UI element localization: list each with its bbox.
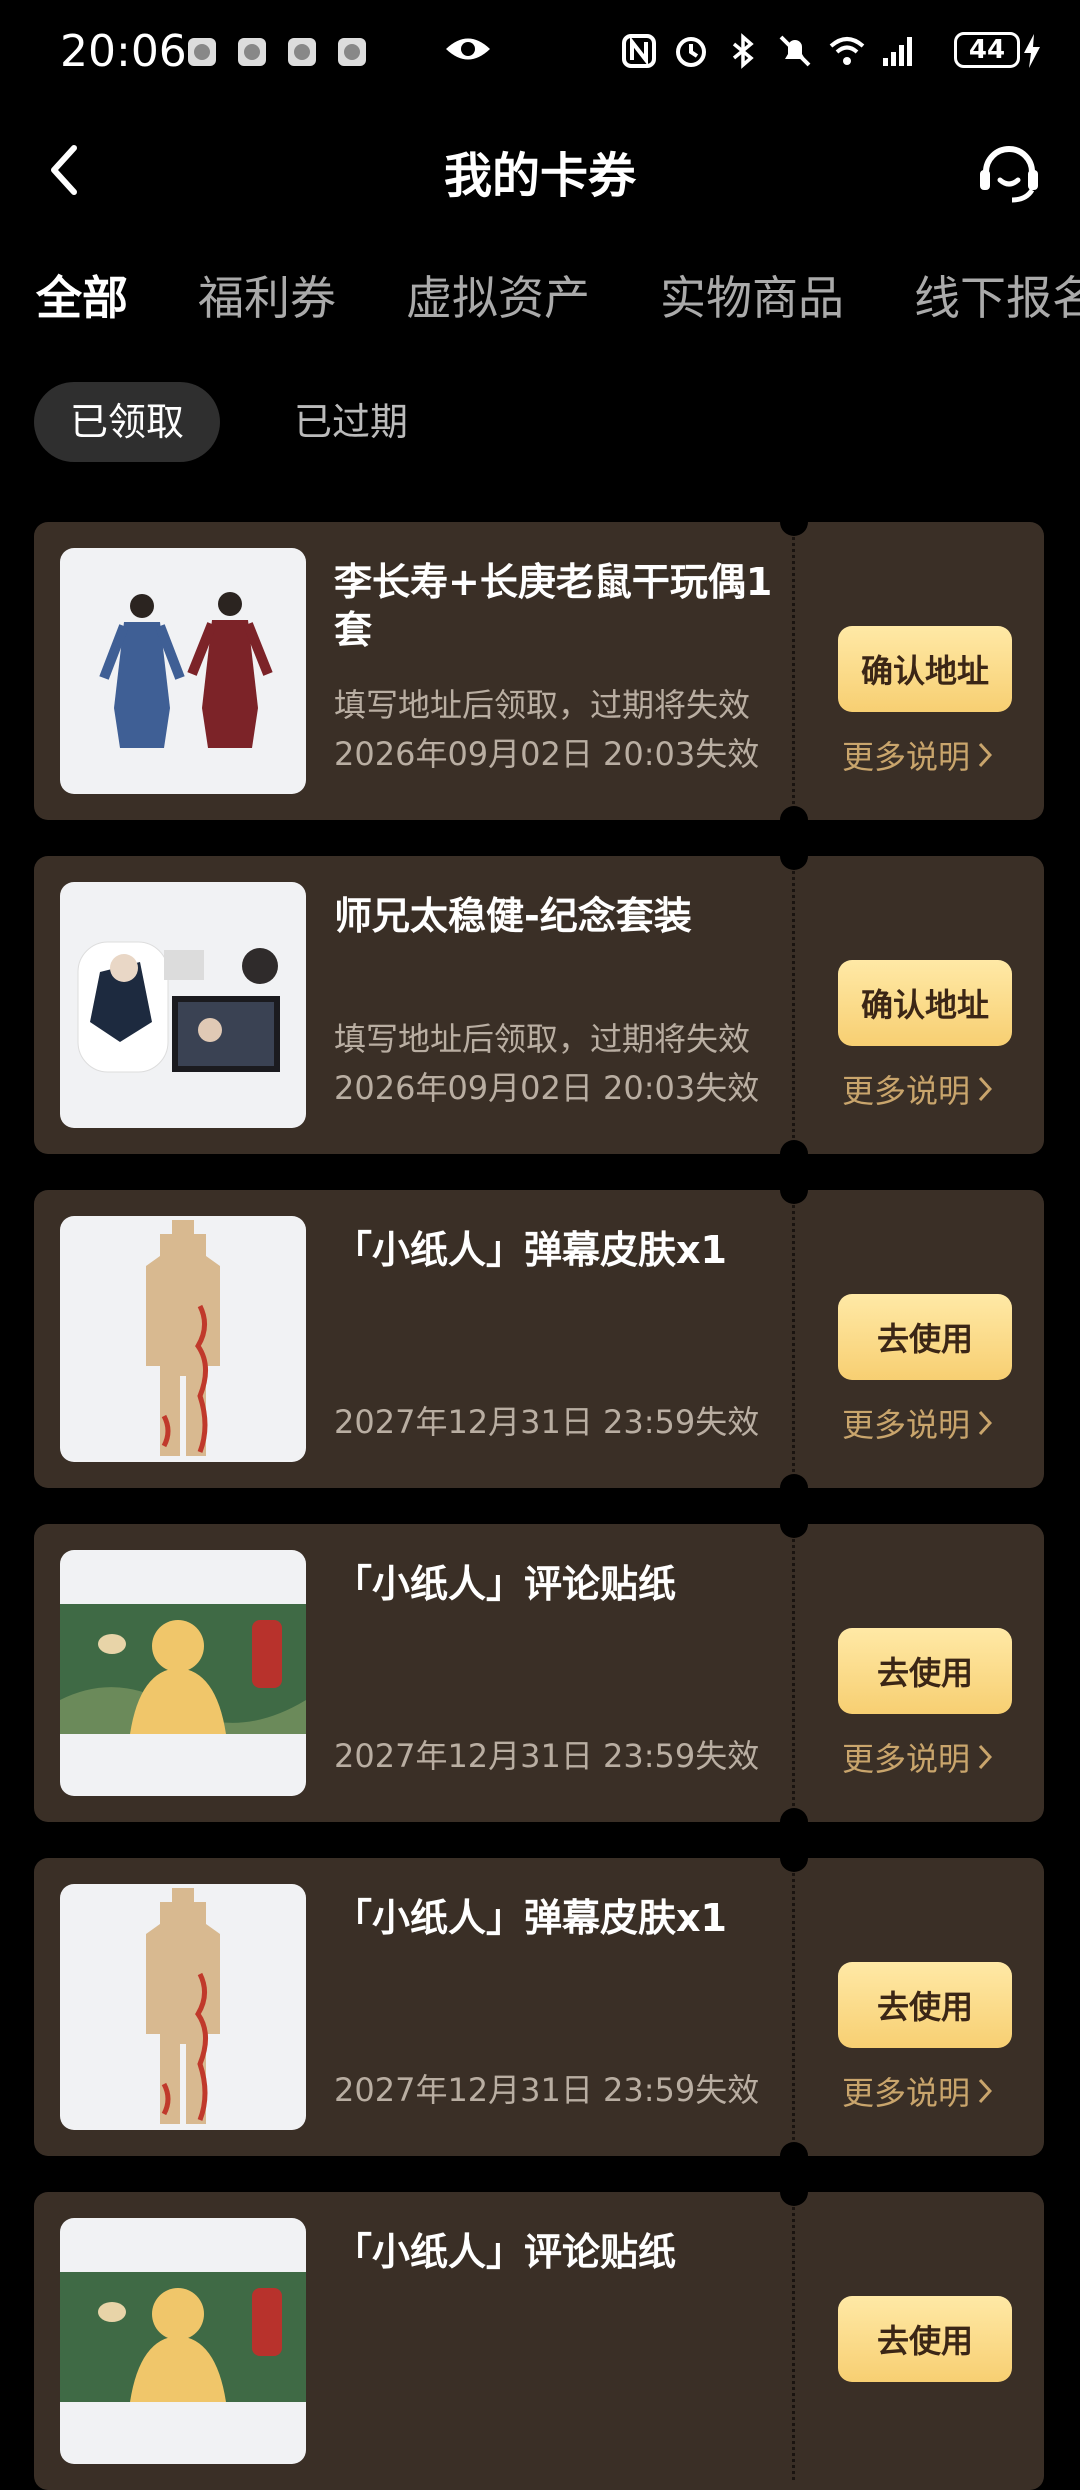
coupon-card[interactable]: 师兄太稳健-纪念套装 填写地址后领取，过期将失效 2026年09月02日 20:… — [34, 856, 1044, 1154]
coupon-expiry: 2027年12月31日 23:59失效 — [334, 1403, 760, 1441]
more-info-label: 更多说明 — [842, 1072, 971, 1110]
ticket-notch — [780, 2142, 808, 2156]
chevron-right-icon — [978, 1744, 993, 1770]
coupon-title: 「小纸人」弹幕皮肤x1 — [334, 1896, 727, 1940]
filter-expired[interactable]: 已过期 — [258, 382, 444, 462]
chevron-right-icon — [978, 742, 993, 768]
coupon-card[interactable]: 「小纸人」弹幕皮肤x1 2027年12月31日 23:59失效 去使用 更多说明 — [34, 1190, 1044, 1488]
confirm-address-button[interactable]: 确认地址 — [838, 626, 1012, 712]
status-time: 20:06 — [60, 26, 187, 77]
chevron-right-icon — [978, 1076, 993, 1102]
status-bar: 20:06 44 — [0, 0, 1080, 110]
chevron-right-icon — [978, 1410, 993, 1436]
product-image — [60, 2218, 306, 2464]
eye-icon — [446, 38, 490, 60]
product-image — [60, 548, 306, 794]
coupon-description: 填写地址后领取，过期将失效 — [334, 1020, 751, 1058]
alarm-icon — [676, 37, 706, 67]
ticket-divider — [792, 1868, 795, 2146]
chevron-right-icon — [978, 2078, 993, 2104]
coupon-expiry: 2027年12月31日 23:59失效 — [334, 1737, 760, 1775]
use-button[interactable]: 去使用 — [838, 2296, 1012, 2382]
ticket-divider — [792, 2202, 795, 2480]
more-info-link[interactable]: 更多说明 — [842, 1400, 993, 1446]
product-image — [60, 1216, 306, 1462]
more-info-label: 更多说明 — [842, 738, 971, 776]
ticket-notch — [780, 1140, 808, 1154]
category-tabs: 全部 福利券 虚拟资产 实物商品 线下报名 — [36, 262, 1080, 328]
status-filters: 已领取 已过期 — [34, 382, 444, 462]
ticket-divider — [792, 866, 795, 1144]
use-button[interactable]: 去使用 — [838, 1294, 1012, 1380]
ticket-notch — [780, 1808, 808, 1822]
more-info-label: 更多说明 — [842, 2074, 971, 2112]
more-info-link[interactable]: 更多说明 — [842, 2068, 993, 2114]
coupon-description: 填写地址后领取，过期将失效 — [334, 686, 751, 724]
coupon-card[interactable]: 「小纸人」弹幕皮肤x1 2027年12月31日 23:59失效 去使用 更多说明 — [34, 1858, 1044, 2156]
app-notification-icon — [188, 38, 216, 66]
ticket-divider — [792, 1534, 795, 1812]
coupon-title: 李长寿+长庚老鼠干玩偶1套 — [334, 560, 773, 652]
coupon-card[interactable]: 「小纸人」评论贴纸 去使用 — [34, 2192, 1044, 2490]
use-button[interactable]: 去使用 — [838, 1962, 1012, 2048]
product-image — [60, 1884, 306, 2130]
signal-icon — [883, 37, 912, 66]
nfc-icon — [622, 34, 656, 68]
ticket-divider — [792, 1200, 795, 1478]
ticket-notch — [780, 1190, 808, 1204]
tab-offline-signup[interactable]: 线下报名 — [914, 262, 1080, 328]
filter-received[interactable]: 已领取 — [34, 382, 221, 462]
coupon-title: 「小纸人」评论贴纸 — [334, 2230, 677, 2274]
app-notification-icon — [238, 38, 266, 66]
tab-all[interactable]: 全部 — [36, 262, 128, 328]
ticket-notch — [780, 1858, 808, 1872]
page-title: 我的卡券 — [443, 148, 636, 204]
coupon-card[interactable]: 李长寿+长庚老鼠干玩偶1套 填写地址后领取，过期将失效 2026年09月02日 … — [34, 522, 1044, 820]
notification-icons — [188, 38, 366, 66]
coupon-title: 「小纸人」评论贴纸 — [334, 1562, 677, 1606]
tab-virtual-assets[interactable]: 虚拟资产 — [406, 262, 590, 328]
more-info-link[interactable]: 更多说明 — [842, 732, 993, 778]
ticket-notch — [780, 522, 808, 536]
product-image — [60, 1550, 306, 1796]
tab-welfare-coupons[interactable]: 福利券 — [198, 262, 336, 328]
coupon-title: 师兄太稳健-纪念套装 — [334, 894, 692, 938]
coupon-card[interactable]: 「小纸人」评论贴纸 2027年12月31日 23:59失效 去使用 更多说明 — [34, 1524, 1044, 1822]
bluetooth-icon — [732, 33, 754, 69]
product-image — [60, 882, 306, 1128]
ticket-notch — [780, 806, 808, 820]
battery-indicator: 44 — [954, 32, 1020, 68]
ticket-notch — [780, 2192, 808, 2206]
more-info-link[interactable]: 更多说明 — [842, 1066, 993, 1112]
coupon-expiry: 2026年09月02日 20:03失效 — [334, 1069, 760, 1107]
more-info-label: 更多说明 — [842, 1740, 971, 1778]
use-button[interactable]: 去使用 — [838, 1628, 1012, 1714]
mute-icon — [779, 35, 811, 67]
coupon-title: 「小纸人」弹幕皮肤x1 — [334, 1228, 727, 1272]
wifi-icon — [829, 37, 865, 65]
charging-icon — [1024, 34, 1040, 68]
app-notification-icon — [288, 38, 316, 66]
coupon-expiry: 2026年09月02日 20:03失效 — [334, 735, 760, 773]
more-info-label: 更多说明 — [842, 1406, 971, 1444]
ticket-notch — [780, 856, 808, 870]
confirm-address-button[interactable]: 确认地址 — [838, 960, 1012, 1046]
ticket-divider — [792, 532, 795, 810]
tab-physical-goods[interactable]: 实物商品 — [660, 262, 844, 328]
ticket-notch — [780, 1474, 808, 1488]
customer-service-icon[interactable] — [974, 136, 1044, 206]
coupon-expiry: 2027年12月31日 23:59失效 — [334, 2071, 760, 2109]
app-notification-icon — [338, 38, 366, 66]
more-info-link[interactable]: 更多说明 — [842, 1734, 993, 1780]
ticket-notch — [780, 1524, 808, 1538]
